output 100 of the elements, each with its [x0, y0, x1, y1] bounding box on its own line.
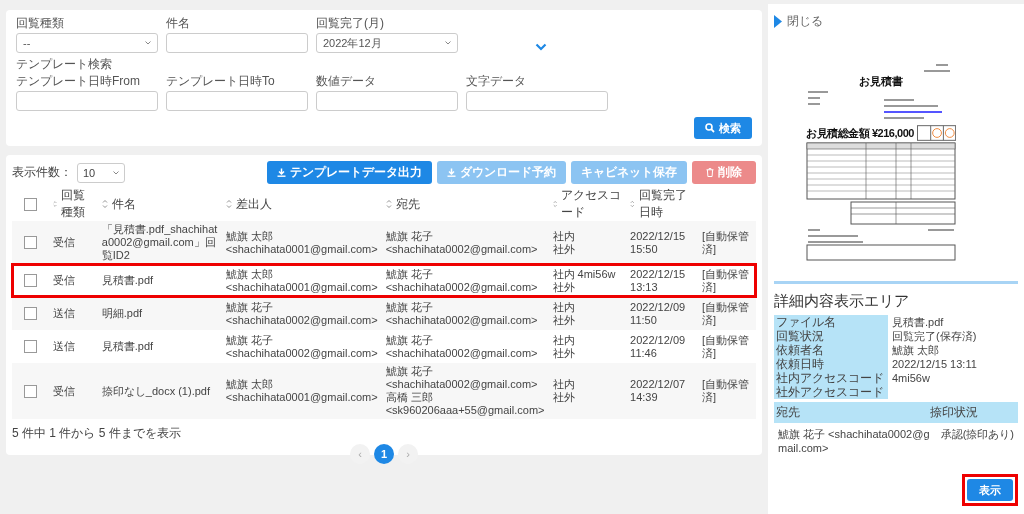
table-cell-text: 2022/12/15 15:50	[630, 229, 687, 256]
table-cell: 送信	[53, 340, 75, 352]
field-label: 数値データ	[316, 74, 377, 88]
input-field[interactable]	[316, 91, 458, 111]
table-cell-text: 社外	[552, 346, 576, 360]
download-icon	[447, 168, 456, 177]
select-field[interactable]: --	[16, 33, 158, 53]
detail-label: 依頼者名	[774, 343, 888, 357]
table-cell-text: 鯱旗 花子	[225, 333, 274, 347]
total-amount: ¥216,000	[872, 127, 914, 139]
input-field[interactable]	[166, 91, 308, 111]
checkbox[interactable]	[24, 340, 37, 354]
checkbox[interactable]	[24, 274, 37, 288]
column-header: 回覧種類	[61, 187, 87, 221]
input-field[interactable]	[466, 91, 608, 111]
table-cell-text: 社内 4mi56w	[552, 267, 617, 281]
table-cell: <shachihata0001@gmail.com>	[225, 391, 378, 404]
table-cell-text: 鯱旗 太郎	[225, 267, 274, 281]
caret-icon	[113, 170, 119, 175]
field-label: テンプレート日時From	[16, 74, 141, 88]
column-header: 宛先	[776, 404, 800, 421]
table-cell: <shachihata0002@gmail.com>	[225, 313, 378, 327]
select-field[interactable]: 2022年12月	[316, 33, 458, 53]
document-title: お見積書	[858, 74, 904, 89]
table-cell-text: 鯱旗 花子 <shachihata0002@gmail.com>	[385, 229, 539, 256]
checkbox[interactable]	[24, 198, 37, 212]
total-label: お見積総金額	[806, 125, 869, 141]
table-cell: <shachihata0001@gmail.com>	[225, 242, 378, 256]
table-cell-text: [自動保管済]	[702, 300, 751, 327]
table-cell-text: 社内	[552, 333, 576, 347]
document-header-drawing	[924, 64, 950, 72]
field-label: 件名	[166, 16, 191, 30]
checkbox[interactable]	[24, 236, 37, 250]
detail-label: 社内アクセスコード	[774, 371, 888, 385]
detail-value: 見積書.pdf	[892, 316, 944, 328]
detail-value: 2022/12/15 13:11	[892, 358, 977, 370]
table-cell-text: [自動保管済]	[702, 333, 751, 360]
field-label: テンプレート日時To	[166, 74, 276, 88]
table-cell-text: 鯱旗 太郎	[225, 229, 274, 243]
action-button[interactable]: テンプレートデータ出力	[267, 161, 432, 184]
table-cell: 高橋 三郎 <sk960206aaa+55@gmail.com>	[385, 391, 545, 417]
table-cell-text: 社外	[552, 313, 576, 327]
table-cell: <shachihata0001@gmail.com>	[225, 280, 378, 294]
table-cell-text: 2022/12/09 11:50	[630, 300, 687, 327]
column-header: 宛先	[395, 195, 420, 213]
column-header: 差出人	[235, 195, 272, 213]
highlighted-row[interactable]: 受信 見積書.pdf 鯱旗 太郎 <shachihata0001@gmail.com> 鯱旗 花子 <shachihata0002@gmail.com> 社内 4mi56w 社外 2022/12/15 13:13 [自動保管済]	[12, 264, 756, 297]
trash-icon	[706, 168, 714, 177]
column-header: 捺印状況	[930, 404, 978, 421]
field-label: 回覧完了(月)	[316, 16, 385, 30]
table-cell: 受信	[53, 236, 75, 248]
page-size-select[interactable]: 10	[77, 162, 125, 183]
triangle-icon[interactable]	[774, 15, 782, 28]
column-header: アクセスコード	[560, 187, 622, 221]
table-cell-text: 鯱旗 花子 <shachihata0002@gmail.com>	[385, 365, 539, 391]
table-cell-text: 2022/12/09 11:46	[630, 333, 687, 360]
input-field[interactable]	[16, 91, 158, 111]
stamp-boxes-drawing	[916, 125, 956, 141]
table-cell: 捺印なし_docx (1).pdf	[101, 384, 210, 398]
download-icon	[277, 168, 286, 177]
table-cell: 送信	[53, 307, 75, 319]
detail-title: 詳細内容表示エリア	[774, 292, 910, 311]
table-cell: 見積書.pdf	[101, 340, 154, 353]
table-cell: 受信	[53, 274, 75, 286]
chevron-down-icon[interactable]	[535, 43, 547, 51]
detail-value: 鯱旗 太郎	[892, 344, 940, 356]
table-cell: 「見積書.pdf_shachihata0002@gmail.com」回覧ID2	[101, 223, 218, 262]
table-cell-text: 社内	[552, 229, 576, 243]
detail-label: 社外アクセスコード	[774, 385, 888, 399]
field-label: 回覧種類	[16, 16, 65, 30]
table-cell: <shachihata0002@gmail.com>	[225, 346, 378, 360]
checkbox[interactable]	[24, 384, 37, 398]
table-cell-text: 鯱旗 花子 <shachihata0002@gmail.com>	[385, 267, 539, 294]
table-cell: 受信	[53, 384, 75, 397]
checkbox[interactable]	[24, 307, 37, 321]
page-size-label: 表示件数：	[12, 164, 72, 181]
page-button[interactable]: 1	[374, 444, 394, 464]
table-cell-text: 2022/12/07 14:39	[630, 378, 687, 404]
summary-text: 5 件中 1 件から 5 件までを表示	[12, 425, 182, 442]
recipient-name: 鯱旗 花子 <shachihata0002@gmail.com>	[778, 427, 931, 454]
detail-label: 依頼日時	[774, 357, 888, 371]
table-cell-text: [自動保管済]	[702, 267, 751, 294]
table-cell-text: 鯱旗 太郎	[225, 378, 274, 391]
search-icon	[705, 123, 715, 133]
close-link[interactable]: 閉じる	[787, 13, 823, 30]
table-cell-text: 鯱旗 花子	[225, 300, 274, 314]
detail-value: 4mi56w	[892, 372, 930, 384]
table-cell-text: 社外	[552, 242, 576, 256]
field-label: 文字データ	[466, 74, 527, 88]
detail-label: ファイル名	[774, 315, 888, 329]
detail-value: 回覧完了(保存済)	[892, 330, 977, 342]
table-cell-text: [自動保管済]	[702, 229, 751, 256]
caret-icon	[445, 41, 451, 45]
search-button[interactable]: 検索	[694, 117, 752, 139]
table-cell: 見積書.pdf	[101, 274, 154, 287]
column-header: 回覧完了日時	[638, 187, 688, 221]
input-field[interactable]	[166, 33, 308, 53]
detail-label: 回覧状況	[774, 329, 888, 343]
stamp-status: 承認(捺印あり)	[940, 427, 1014, 442]
show-button[interactable]: 表示	[967, 479, 1013, 501]
